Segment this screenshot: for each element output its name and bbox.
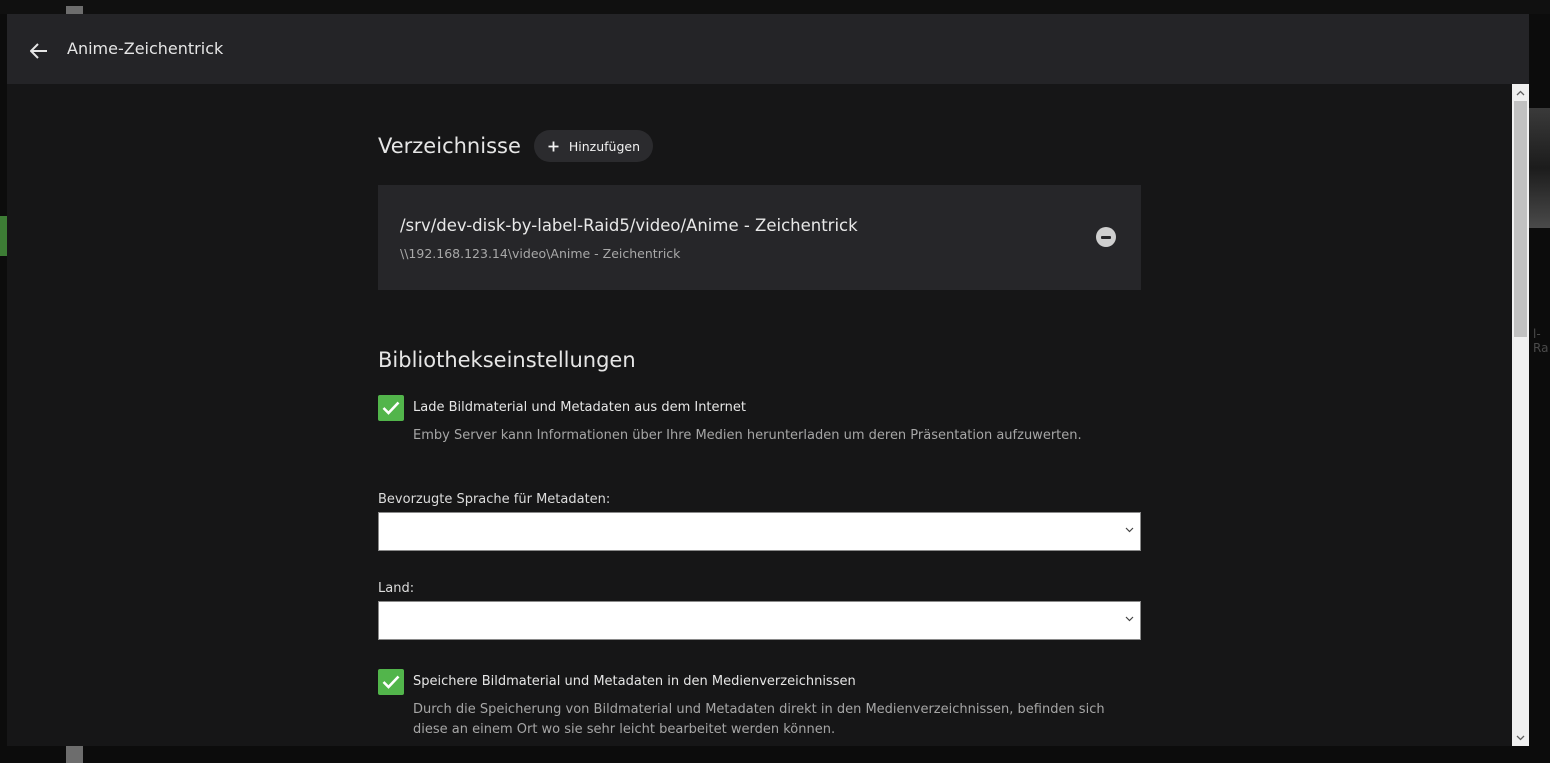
dialog-header: Anime-Zeichentrick bbox=[7, 14, 1529, 84]
download-metadata-label: Lade Bildmaterial und Metadaten aus dem … bbox=[413, 400, 746, 415]
background-page-top bbox=[0, 0, 1550, 14]
library-edit-dialog: Anime-Zeichentrick Verzeichnisse Hinzufü… bbox=[7, 14, 1529, 746]
background-element bbox=[66, 744, 83, 763]
folders-header: Verzeichnisse Hinzufügen bbox=[378, 130, 654, 162]
metadata-language-select[interactable] bbox=[378, 512, 1141, 551]
arrow-left-icon bbox=[30, 43, 47, 59]
metadata-language-label: Bevorzugte Sprache für Metadaten: bbox=[378, 492, 611, 507]
checkmark-icon bbox=[382, 675, 400, 689]
scroll-thumb[interactable] bbox=[1514, 101, 1527, 337]
chevron-down-icon bbox=[1125, 616, 1134, 622]
minus-icon bbox=[1101, 235, 1111, 239]
dialog-title: Anime-Zeichentrick bbox=[67, 39, 224, 58]
folder-item: /srv/dev-disk-by-label-Raid5/video/Anime… bbox=[378, 185, 1141, 290]
background-text: l-Ra bbox=[1533, 327, 1549, 355]
vertical-scrollbar[interactable] bbox=[1512, 84, 1529, 746]
scroll-up-arrow[interactable] bbox=[1512, 84, 1529, 101]
plus-icon bbox=[548, 141, 559, 151]
chevron-down-icon bbox=[1516, 735, 1525, 740]
chevron-down-icon bbox=[1125, 527, 1134, 533]
folder-path: /srv/dev-disk-by-label-Raid5/video/Anime… bbox=[400, 216, 858, 235]
download-metadata-description: Emby Server kann Informationen über Ihre… bbox=[413, 428, 1082, 443]
background-accent-bar bbox=[0, 216, 7, 256]
download-metadata-checkbox[interactable] bbox=[378, 395, 404, 421]
save-local-checkbox[interactable] bbox=[378, 669, 404, 695]
country-select[interactable] bbox=[378, 601, 1141, 640]
folders-title: Verzeichnisse bbox=[378, 134, 521, 158]
scroll-down-arrow[interactable] bbox=[1512, 729, 1529, 746]
checkmark-icon bbox=[382, 401, 400, 415]
save-local-description: Durch die Speicherung von Bildmaterial u… bbox=[413, 702, 1105, 737]
library-settings-title: Bibliothekseinstellungen bbox=[378, 348, 636, 372]
country-label: Land: bbox=[378, 581, 415, 596]
folder-network-path: \\192.168.123.14\video\Anime - Zeichentr… bbox=[400, 246, 681, 261]
back-button[interactable] bbox=[25, 37, 53, 65]
add-folder-button[interactable]: Hinzufügen bbox=[533, 130, 654, 162]
add-folder-label: Hinzufügen bbox=[568, 138, 641, 154]
background-thumbnail bbox=[1529, 108, 1550, 228]
remove-folder-button[interactable] bbox=[1096, 227, 1116, 247]
save-local-label: Speichere Bildmaterial und Metadaten in … bbox=[413, 674, 856, 689]
chevron-up-icon bbox=[1516, 90, 1525, 95]
